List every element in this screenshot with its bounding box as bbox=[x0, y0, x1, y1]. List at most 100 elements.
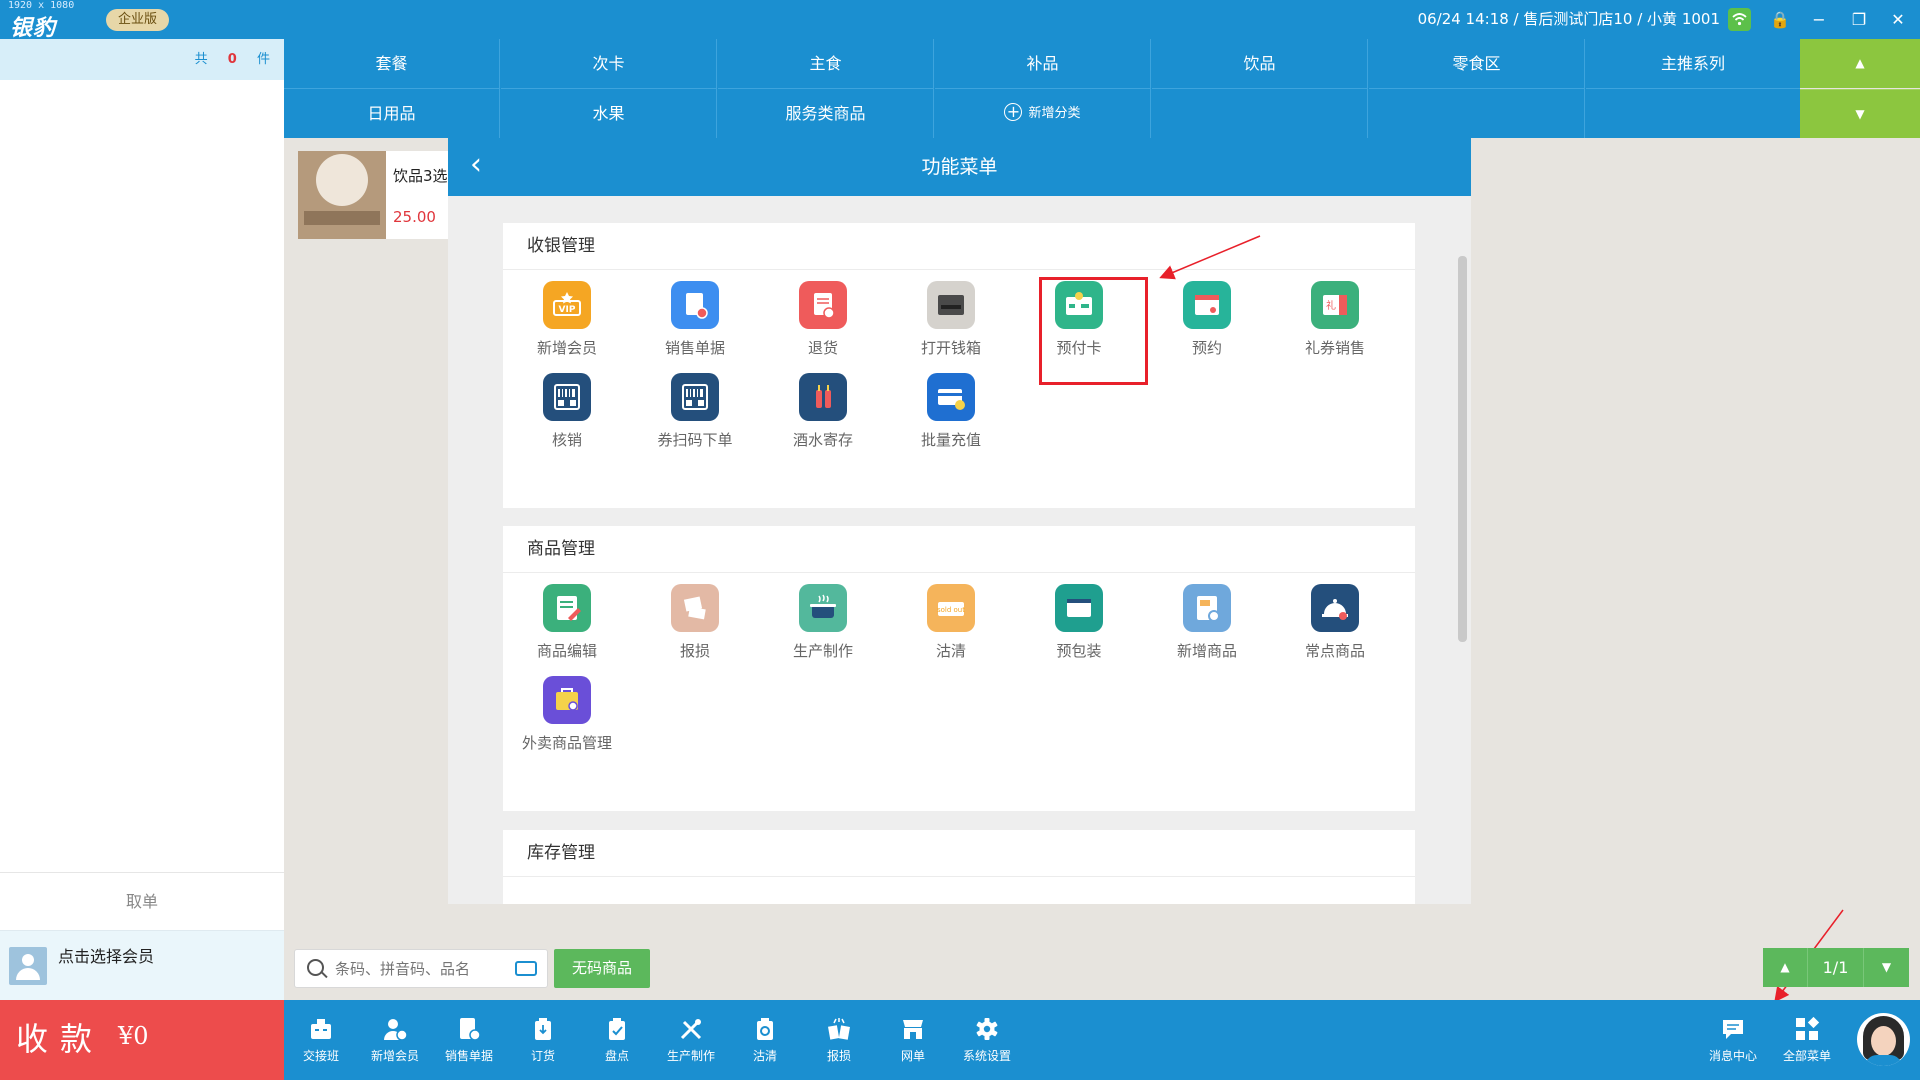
page-up-button[interactable]: ▲ bbox=[1763, 948, 1808, 987]
add-member-icon bbox=[382, 1016, 408, 1042]
cash-drawer-icon bbox=[927, 281, 975, 329]
close-button[interactable]: ✕ bbox=[1881, 0, 1915, 39]
menu-item-damage-report[interactable]: 报损 bbox=[631, 584, 759, 661]
cart-count-row: 共 0 件 bbox=[0, 39, 284, 80]
prepack-icon bbox=[1055, 584, 1103, 632]
add-category-button[interactable]: + 新增分类 bbox=[935, 88, 1151, 138]
category-tab[interactable]: 主食 bbox=[718, 39, 934, 88]
return-icon bbox=[799, 281, 847, 329]
brand-name: 银豹 bbox=[10, 16, 57, 41]
stocktake-icon bbox=[604, 1016, 630, 1042]
category-tab[interactable]: 零食区 bbox=[1369, 39, 1585, 88]
product-name: 饮品3选 bbox=[393, 167, 448, 185]
menu-item-frequent-products[interactable]: 常点商品 bbox=[1271, 584, 1399, 661]
menu-item-label: 销售单据 bbox=[664, 339, 725, 357]
coupon-scan-icon bbox=[671, 373, 719, 421]
menu-item-appointment[interactable]: 预约 bbox=[1143, 281, 1271, 358]
toolbar-label: 新增会员 bbox=[370, 1049, 419, 1063]
toolbar-handover[interactable]: 交接班 bbox=[284, 1000, 358, 1080]
lock-icon[interactable]: 🔒 bbox=[1763, 0, 1797, 39]
menu-item-coupon-scan-order[interactable]: 券扫码下单 bbox=[631, 373, 759, 450]
menu-item-wine-storage[interactable]: 酒水寄存 bbox=[759, 373, 887, 450]
category-tab[interactable]: 次卡 bbox=[501, 39, 717, 88]
category-down-button[interactable]: ▼ bbox=[1800, 89, 1920, 138]
section-product: 商品管理 商品编辑 报损 生产制作 sold out 沽清 预包装 新增商品 常… bbox=[503, 526, 1415, 811]
message-center-button[interactable]: 消息中心 bbox=[1696, 1000, 1770, 1080]
menu-item-label: 批量充值 bbox=[920, 431, 981, 449]
barcode-verify-icon bbox=[543, 373, 591, 421]
keyboard-icon[interactable] bbox=[515, 961, 537, 976]
menu-item-gift-voucher-sale[interactable]: 礼 礼券销售 bbox=[1271, 281, 1399, 358]
toolbar-system-settings[interactable]: 系统设置 bbox=[950, 1000, 1024, 1080]
select-member-button[interactable]: 点击选择会员 bbox=[0, 930, 284, 1000]
menu-item-return[interactable]: 退货 bbox=[759, 281, 887, 358]
toolbar-sales-receipt[interactable]: 销售单据 bbox=[432, 1000, 506, 1080]
wine-storage-icon bbox=[799, 373, 847, 421]
no-code-product-button[interactable]: 无码商品 bbox=[554, 949, 650, 988]
svg-text:礼: 礼 bbox=[1326, 299, 1336, 312]
all-menu-button[interactable]: 全部菜单 bbox=[1770, 1000, 1844, 1080]
minimize-button[interactable]: − bbox=[1802, 0, 1836, 39]
menu-item-production[interactable]: 生产制作 bbox=[759, 584, 887, 661]
menu-item-label: 生产制作 bbox=[792, 642, 853, 660]
menu-item-sales-receipt[interactable]: 销售单据 bbox=[631, 281, 759, 358]
menu-item-label: 外卖商品管理 bbox=[521, 734, 612, 752]
category-tab[interactable]: 服务类商品 bbox=[718, 88, 934, 138]
category-tab[interactable]: 饮品 bbox=[1152, 39, 1368, 88]
restore-button[interactable]: ❐ bbox=[1842, 0, 1876, 39]
message-icon bbox=[1720, 1016, 1746, 1042]
toolbar-label: 网单 bbox=[900, 1049, 925, 1063]
category-tab[interactable]: 日用品 bbox=[284, 88, 500, 138]
takeout-bag-icon bbox=[543, 676, 591, 724]
batch-recharge-icon bbox=[927, 373, 975, 421]
cancel-order-button[interactable]: 取单 bbox=[0, 872, 284, 930]
cooking-pot-icon bbox=[799, 584, 847, 632]
toolbar-online-order[interactable]: 网单 bbox=[876, 1000, 950, 1080]
category-tab[interactable]: 主推系列 bbox=[1586, 39, 1800, 88]
menu-item-verify[interactable]: 核销 bbox=[503, 373, 631, 450]
menu-item-new-product[interactable]: 新增商品 bbox=[1143, 584, 1271, 661]
toolbar-order-goods[interactable]: 订货 bbox=[506, 1000, 580, 1080]
product-card[interactable]: 饮品3选 25.00 bbox=[298, 151, 458, 239]
gear-icon bbox=[974, 1016, 1000, 1042]
edition-badge: 企业版 bbox=[106, 9, 170, 31]
section-title: 收银管理 bbox=[503, 223, 1415, 270]
menu-item-label: 预包装 bbox=[1056, 642, 1102, 660]
menu-item-open-cash-drawer[interactable]: 打开钱箱 bbox=[887, 281, 1015, 358]
back-chevron-icon[interactable]: ‹ bbox=[470, 148, 482, 182]
pay-amount: ¥0 bbox=[118, 1022, 149, 1050]
section-cashier: 收银管理 VIP 新增会员 销售单据 退货 打开钱箱 预付卡 预约 礼 礼券销售… bbox=[503, 223, 1415, 508]
page-down-button[interactable]: ▼ bbox=[1863, 948, 1909, 987]
product-search[interactable] bbox=[294, 949, 548, 988]
category-up-button[interactable]: ▲ bbox=[1800, 39, 1920, 88]
menu-item-new-member[interactable]: VIP 新增会员 bbox=[503, 281, 631, 358]
damage-report-icon bbox=[671, 584, 719, 632]
category-tab[interactable]: 水果 bbox=[501, 88, 717, 138]
toolbar-label: 沽清 bbox=[752, 1049, 777, 1063]
sold-out-icon: sold out bbox=[927, 584, 975, 632]
menu-item-prepack[interactable]: 预包装 bbox=[1015, 584, 1143, 661]
toolbar-production[interactable]: 生产制作 bbox=[654, 1000, 728, 1080]
pay-button[interactable]: 收款 ¥0 bbox=[0, 1000, 284, 1080]
toolbar-damage[interactable]: 报损 bbox=[802, 1000, 876, 1080]
category-tab[interactable]: 补品 bbox=[935, 39, 1151, 88]
section-inventory: 库存管理 bbox=[503, 830, 1415, 904]
section-title: 商品管理 bbox=[503, 526, 1415, 573]
menu-item-product-edit[interactable]: 商品编辑 bbox=[503, 584, 631, 661]
toolbar-add-member[interactable]: 新增会员 bbox=[358, 1000, 432, 1080]
toolbar-label: 盘点 bbox=[604, 1049, 629, 1063]
toolbar-stocktake[interactable]: 盘点 bbox=[580, 1000, 654, 1080]
modal-scrollbar[interactable] bbox=[1458, 256, 1467, 642]
menu-item-batch-recharge[interactable]: 批量充值 bbox=[887, 373, 1015, 450]
menu-item-label: 酒水寄存 bbox=[792, 431, 853, 449]
category-empty bbox=[1152, 88, 1368, 138]
search-input[interactable] bbox=[335, 957, 495, 981]
category-tab[interactable]: 套餐 bbox=[284, 39, 500, 88]
menu-item-takeout-products[interactable]: 外卖商品管理 bbox=[503, 676, 631, 753]
toolbar-sold-out[interactable]: 沽清 bbox=[728, 1000, 802, 1080]
customer-service-avatar[interactable] bbox=[1857, 1013, 1910, 1066]
modal-header: 功能菜单 ‹ bbox=[448, 138, 1471, 196]
menu-item-sold-out[interactable]: sold out 沽清 bbox=[887, 584, 1015, 661]
wifi-icon[interactable] bbox=[1728, 8, 1751, 31]
sales-receipt-icon bbox=[456, 1016, 482, 1042]
